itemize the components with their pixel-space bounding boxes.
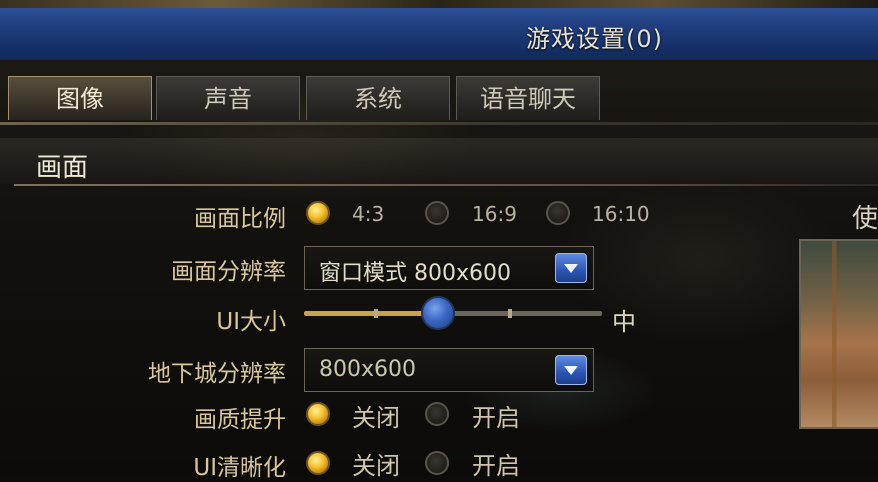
ui-size-value: 中 [612, 308, 636, 336]
aspect-ratio-option-4-3: 4:3 [352, 202, 385, 226]
aspect-ratio-radio-4-3[interactable] [306, 201, 330, 225]
preview-label: 使 [852, 204, 878, 234]
tab-sound[interactable]: 声音 [156, 76, 300, 120]
section-title: 画面 [36, 153, 89, 183]
slider-tick [374, 309, 378, 318]
section-divider [14, 184, 878, 186]
aspect-ratio-radio-16-9[interactable] [425, 201, 449, 225]
preview-image [799, 239, 878, 429]
chevron-down-icon[interactable] [555, 253, 587, 283]
tab-underline [0, 122, 878, 125]
slider-tick [508, 309, 512, 318]
tab-system[interactable]: 系统 [306, 76, 450, 120]
ui-sharpen-radio-on[interactable] [425, 451, 449, 475]
aspect-ratio-label: 画面比例 [194, 206, 286, 232]
resolution-dropdown[interactable]: 窗口模式 800x600 [304, 246, 594, 290]
quality-boost-label: 画质提升 [194, 407, 286, 433]
title-bar[interactable]: 游戏设置(0) [0, 8, 878, 61]
aspect-ratio-option-16-10: 16:10 [592, 202, 650, 226]
ui-size-slider-handle[interactable] [421, 296, 455, 330]
chevron-down-icon[interactable] [555, 355, 587, 385]
quality-boost-radio-on[interactable] [425, 402, 449, 426]
quality-boost-radio-off[interactable] [306, 402, 330, 426]
ui-sharpen-option-off: 关闭 [352, 452, 400, 480]
quality-boost-option-off: 关闭 [352, 404, 400, 432]
aspect-ratio-radio-16-10[interactable] [546, 201, 570, 225]
ui-sharpen-radio-off[interactable] [306, 451, 330, 475]
aspect-ratio-option-16-9: 16:9 [472, 202, 517, 226]
ui-sharpen-option-on: 开启 [472, 452, 520, 480]
quality-boost-option-on: 开启 [472, 404, 520, 432]
resolution-value: 窗口模式 800x600 [319, 261, 511, 286]
section-header [0, 138, 878, 184]
tab-graphics[interactable]: 图像 [8, 76, 152, 120]
tab-bar: 图像 声音 系统 语音聊天 [0, 68, 878, 122]
dungeon-resolution-value: 800x600 [319, 357, 417, 382]
ui-sharpen-label: UI清晰化 [193, 455, 286, 481]
ui-size-label: UI大小 [216, 309, 286, 335]
top-background-strip [0, 0, 878, 8]
dungeon-resolution-dropdown[interactable]: 800x600 [304, 348, 594, 392]
resolution-label: 画面分辨率 [171, 259, 286, 285]
window-title: 游戏设置(0) [526, 25, 663, 53]
dungeon-resolution-label: 地下城分辨率 [148, 361, 286, 387]
tab-voice-chat[interactable]: 语音聊天 [456, 76, 600, 120]
